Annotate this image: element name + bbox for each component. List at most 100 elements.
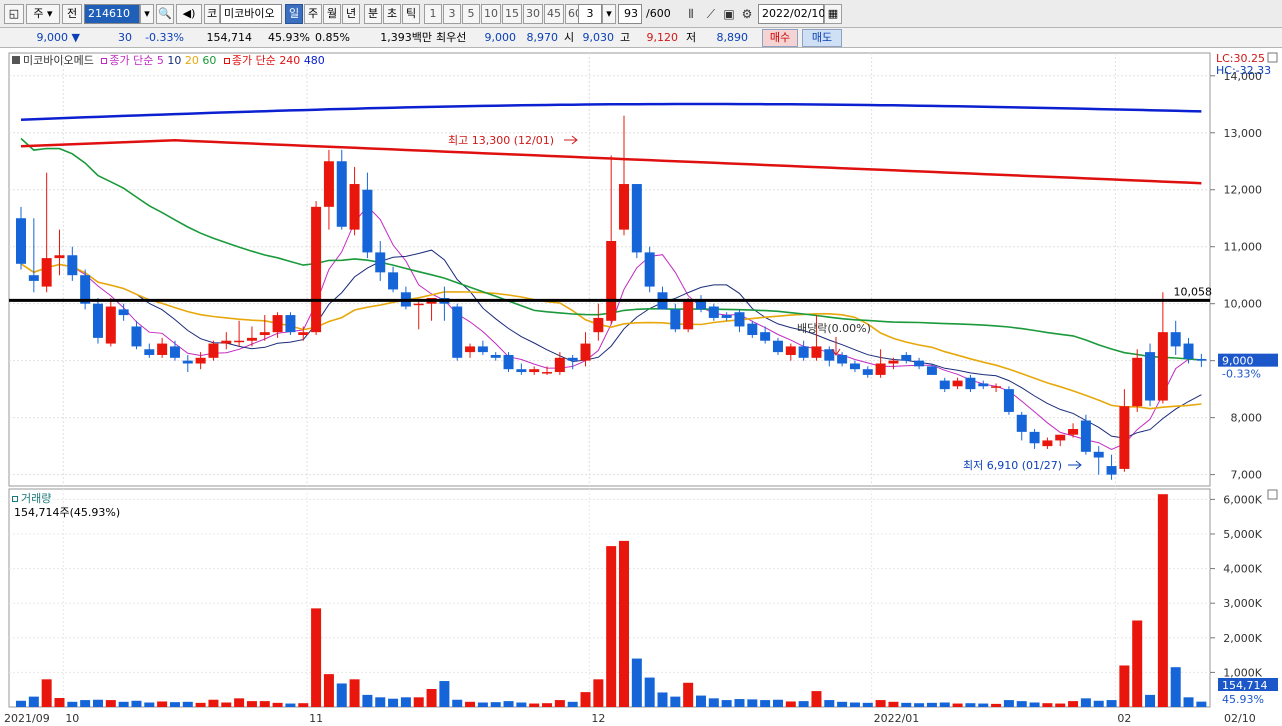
volume-bar[interactable]: [721, 700, 732, 707]
interval-input[interactable]: 3: [578, 4, 602, 24]
volume-bar[interactable]: [465, 701, 476, 707]
candle-body[interactable]: [490, 354, 501, 358]
candle-body[interactable]: [914, 360, 925, 367]
candle-body[interactable]: [311, 206, 322, 333]
volume-bar[interactable]: [760, 700, 771, 707]
volume-bar[interactable]: [452, 699, 463, 707]
candle-body[interactable]: [1119, 406, 1130, 469]
buy-button[interactable]: 매수: [762, 29, 798, 47]
volume-bar[interactable]: [1016, 701, 1027, 707]
period-week-button[interactable]: 주: [304, 4, 322, 24]
candle-body[interactable]: [1106, 466, 1117, 475]
candle-body[interactable]: [1145, 352, 1156, 401]
candle-body[interactable]: [1029, 431, 1040, 444]
candle-body[interactable]: [529, 369, 540, 373]
volume-bar[interactable]: [926, 702, 937, 707]
candle-body[interactable]: [1042, 440, 1053, 447]
volume-bar[interactable]: [888, 701, 899, 707]
search-icon[interactable]: 🔍: [156, 4, 174, 24]
candle-body[interactable]: [349, 184, 360, 230]
candle-body[interactable]: [695, 300, 706, 310]
calendar-icon[interactable]: ▦: [824, 4, 842, 24]
volume-bar[interactable]: [323, 674, 334, 707]
candle-body[interactable]: [234, 340, 245, 343]
candle-body[interactable]: [683, 300, 694, 330]
volume-bar[interactable]: [670, 696, 681, 707]
interval-3-button[interactable]: 3: [443, 4, 461, 24]
volume-bar[interactable]: [195, 702, 206, 707]
volume-bar[interactable]: [862, 702, 873, 707]
price-pane-collapse-icon[interactable]: [1267, 52, 1278, 63]
candle-body[interactable]: [772, 340, 783, 353]
candle-body[interactable]: [734, 312, 745, 327]
candle-body[interactable]: [1093, 451, 1104, 458]
candle-body[interactable]: [259, 332, 270, 336]
candle-body[interactable]: [1170, 332, 1181, 347]
volume-bar[interactable]: [16, 700, 26, 707]
candle-body[interactable]: [465, 346, 476, 353]
volume-bar[interactable]: [349, 679, 360, 707]
period-second-button[interactable]: 초: [383, 4, 401, 24]
volume-bar[interactable]: [182, 701, 193, 707]
candle-body[interactable]: [169, 346, 180, 358]
candle-body[interactable]: [516, 369, 527, 373]
volume-bar[interactable]: [952, 703, 963, 707]
volume-bar[interactable]: [105, 700, 116, 707]
candle-body[interactable]: [580, 343, 591, 361]
candle-body[interactable]: [849, 363, 860, 370]
volume-bar[interactable]: [965, 703, 976, 707]
volume-bar[interactable]: [772, 699, 783, 707]
candle-body[interactable]: [144, 349, 155, 355]
volume-bar[interactable]: [811, 691, 822, 707]
volume-bar[interactable]: [336, 683, 347, 707]
volume-bar[interactable]: [259, 701, 270, 707]
candle-body[interactable]: [721, 315, 732, 318]
volume-bar[interactable]: [939, 702, 950, 707]
candle-body[interactable]: [644, 252, 655, 287]
volume-bar[interactable]: [978, 703, 989, 707]
volume-bar[interactable]: [221, 702, 232, 707]
candle-body[interactable]: [16, 218, 26, 264]
volume-bar[interactable]: [80, 700, 91, 707]
volume-bar[interactable]: [516, 702, 527, 707]
volume-bar[interactable]: [657, 692, 668, 707]
candle-body[interactable]: [619, 184, 630, 230]
volume-bar[interactable]: [28, 696, 39, 707]
period-minute-button[interactable]: 분: [364, 4, 382, 24]
volume-bar[interactable]: [131, 700, 142, 707]
candle-body[interactable]: [1132, 357, 1143, 407]
volume-bar[interactable]: [1196, 701, 1207, 707]
candle-body[interactable]: [28, 275, 39, 281]
candle-body[interactable]: [272, 315, 283, 333]
candle-body[interactable]: [965, 377, 976, 390]
volume-bar[interactable]: [1093, 700, 1104, 707]
candle-body[interactable]: [1080, 420, 1091, 452]
candle-body[interactable]: [760, 332, 771, 341]
candle-body[interactable]: [785, 346, 796, 355]
candle-body[interactable]: [336, 161, 347, 227]
candle-body[interactable]: [413, 303, 424, 306]
candle-body[interactable]: [195, 357, 206, 364]
interval-10-button[interactable]: 10: [481, 4, 501, 24]
volume-bar[interactable]: [1157, 494, 1168, 707]
candle-body[interactable]: [542, 372, 553, 374]
volume-bar[interactable]: [837, 701, 848, 707]
candle-body[interactable]: [708, 306, 719, 318]
candle-body[interactable]: [926, 366, 937, 375]
candle-body[interactable]: [1196, 358, 1207, 361]
candle-body[interactable]: [747, 323, 758, 336]
candle-body[interactable]: [41, 258, 52, 287]
candle-body[interactable]: [978, 383, 989, 387]
candle-body[interactable]: [452, 306, 463, 358]
interval-15-button[interactable]: 15: [502, 4, 522, 24]
candle-body[interactable]: [323, 161, 334, 207]
volume-bar[interactable]: [914, 703, 925, 707]
volume-bar[interactable]: [67, 701, 78, 707]
volume-bar[interactable]: [683, 682, 694, 707]
period-tick-button[interactable]: 틱: [402, 4, 420, 24]
line-tool-icon[interactable]: ⟋: [702, 4, 720, 24]
candle-body[interactable]: [631, 184, 642, 253]
volume-bar[interactable]: [1029, 702, 1040, 707]
candle-body[interactable]: [285, 315, 296, 333]
volume-bar[interactable]: [246, 701, 257, 707]
